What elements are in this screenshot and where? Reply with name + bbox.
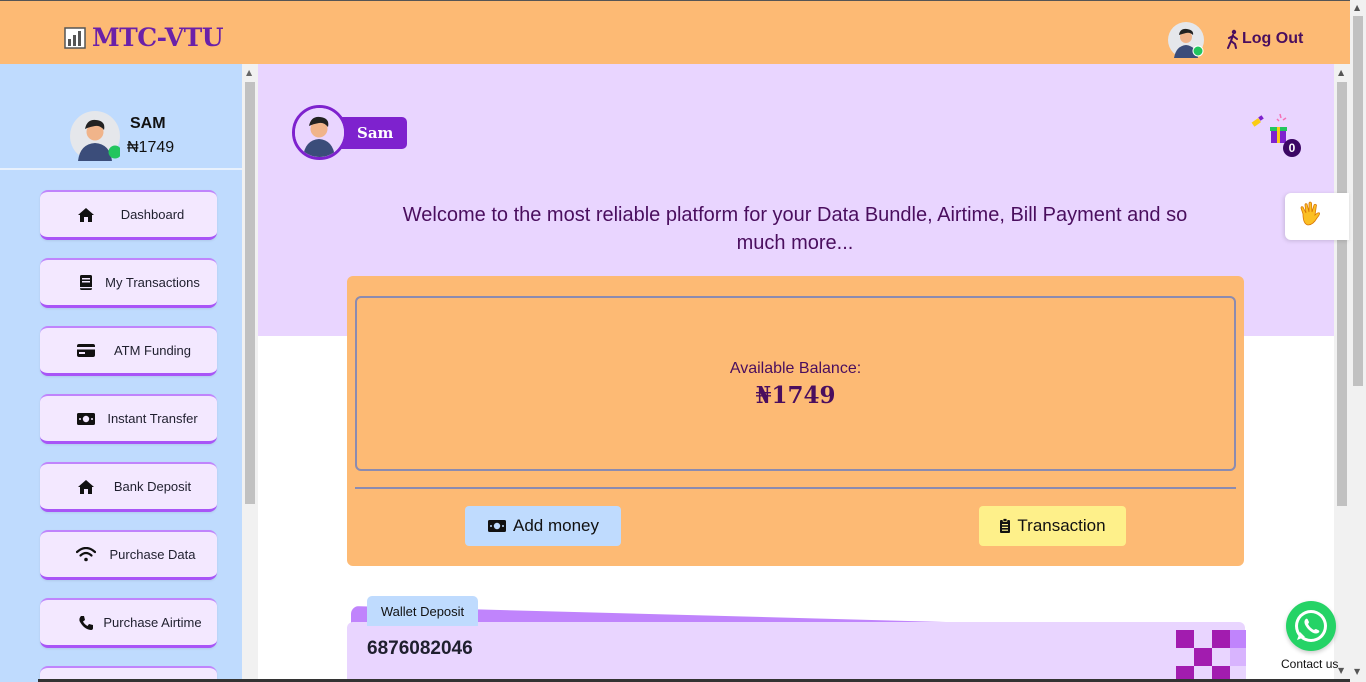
balance-card: Available Balance: ₦1749 Add money Trans… bbox=[347, 276, 1244, 566]
sidebar-item-transactions[interactable]: My Transactions bbox=[40, 258, 217, 308]
home-icon bbox=[76, 206, 96, 224]
waving-hand-button[interactable] bbox=[1285, 193, 1349, 240]
wallet-deposit-tab[interactable]: Wallet Deposit bbox=[367, 596, 478, 626]
user-chip[interactable]: Sam bbox=[292, 105, 408, 160]
sidebar-item-purchase-data[interactable]: Purchase Data bbox=[40, 530, 217, 580]
money-bill-icon bbox=[76, 410, 96, 428]
page-scrollbar[interactable]: ▲ ▼ bbox=[1350, 0, 1366, 682]
sidebar-item-label: Instant Transfer bbox=[107, 411, 198, 426]
user-chip-name: Sam bbox=[339, 116, 408, 149]
page-scroll-thumb[interactable] bbox=[1353, 16, 1363, 386]
sidebar-item-purchase-airtime[interactable]: Purchase Airtime bbox=[40, 598, 217, 648]
wifi-icon bbox=[76, 546, 96, 564]
add-money-label: Add money bbox=[513, 516, 599, 535]
sidebar-scrollbar[interactable]: ▲ bbox=[242, 64, 258, 682]
scroll-down-arrow-icon[interactable]: ▼ bbox=[1354, 667, 1360, 676]
whatsapp-icon bbox=[1295, 610, 1327, 642]
scroll-up-arrow-icon[interactable]: ▲ bbox=[1354, 3, 1360, 12]
logout-label: Log Out bbox=[1242, 30, 1304, 47]
credit-card-icon bbox=[76, 342, 96, 360]
phone-icon bbox=[76, 614, 96, 632]
pattern-decoration bbox=[1176, 630, 1246, 682]
transaction-button[interactable]: Transaction bbox=[979, 506, 1126, 546]
sidebar-item-atm-funding[interactable]: ATM Funding bbox=[40, 326, 217, 376]
sidebar-item-label: Bank Deposit bbox=[113, 479, 192, 494]
sidebar-item-label: ATM Funding bbox=[113, 343, 192, 358]
add-money-button[interactable]: Add money bbox=[465, 506, 621, 546]
brand-logo[interactable]: MTC-VTU bbox=[62, 23, 224, 52]
contact-us-label[interactable]: Contact us bbox=[1281, 657, 1338, 671]
sidebar-item-label: Purchase Airtime bbox=[103, 615, 202, 630]
welcome-text: Welcome to the most reliable platform fo… bbox=[402, 204, 1188, 254]
scroll-up-arrow-icon[interactable]: ▲ bbox=[246, 68, 252, 77]
whatsapp-button[interactable] bbox=[1286, 601, 1336, 651]
scroll-up-arrow-icon[interactable]: ▲ bbox=[1338, 68, 1344, 77]
balance-label: Available Balance: bbox=[729, 360, 862, 377]
sidebar: SAM ₦1749 Dashboard My Transactions ATM … bbox=[0, 64, 242, 682]
profile-avatar bbox=[70, 111, 120, 161]
divider bbox=[355, 487, 1236, 489]
sidebar-item-label: Purchase Data bbox=[109, 547, 196, 562]
balance-value: ₦1749 bbox=[755, 382, 836, 409]
waving-hand-icon bbox=[1297, 200, 1323, 234]
deposit-card bbox=[347, 622, 1245, 682]
sidebar-item-instant-transfer[interactable]: Instant Transfer bbox=[40, 394, 217, 444]
main-scroll-thumb[interactable] bbox=[1337, 82, 1347, 506]
gift-count-badge: 0 bbox=[1283, 139, 1301, 157]
money-bill-icon bbox=[488, 520, 506, 532]
sidebar-item-bank-deposit[interactable]: Bank Deposit bbox=[40, 462, 217, 512]
profile-name: SAM bbox=[130, 115, 166, 132]
main-scrollbar[interactable]: ▲ ▼ bbox=[1334, 64, 1350, 682]
sidebar-item-dashboard[interactable]: Dashboard bbox=[40, 190, 217, 240]
sidebar-item-label: Dashboard bbox=[120, 207, 185, 222]
header-avatar[interactable] bbox=[1168, 22, 1204, 58]
sidebar-scroll-thumb[interactable] bbox=[245, 82, 255, 504]
book-icon bbox=[76, 274, 96, 292]
balance-panel: Available Balance: ₦1749 bbox=[355, 296, 1236, 471]
profile-balance: ₦1749 bbox=[127, 139, 175, 156]
account-number: 6876082046 bbox=[367, 638, 473, 659]
sidebar-item-label: My Transactions bbox=[105, 275, 200, 290]
clipboard-icon bbox=[1000, 518, 1011, 533]
home-icon bbox=[76, 478, 96, 496]
user-chip-avatar bbox=[292, 105, 347, 160]
sidebar-profile: SAM ₦1749 bbox=[0, 64, 242, 170]
main-content: Sam 0 Welcome to the most reliable platf… bbox=[258, 64, 1334, 682]
logout-button[interactable]: Log Out bbox=[1226, 29, 1303, 49]
scroll-down-arrow-icon[interactable]: ▼ bbox=[1338, 666, 1344, 675]
chart-logo-icon bbox=[64, 26, 86, 49]
walking-person-icon bbox=[1227, 29, 1238, 49]
transaction-label: Transaction bbox=[1017, 516, 1106, 535]
top-header: MTC-VTU Log Out bbox=[0, 0, 1350, 64]
wallet-deposit-section: Wallet Deposit 6876082046 bbox=[347, 596, 1247, 682]
brand-name: MTC-VTU bbox=[92, 23, 224, 52]
